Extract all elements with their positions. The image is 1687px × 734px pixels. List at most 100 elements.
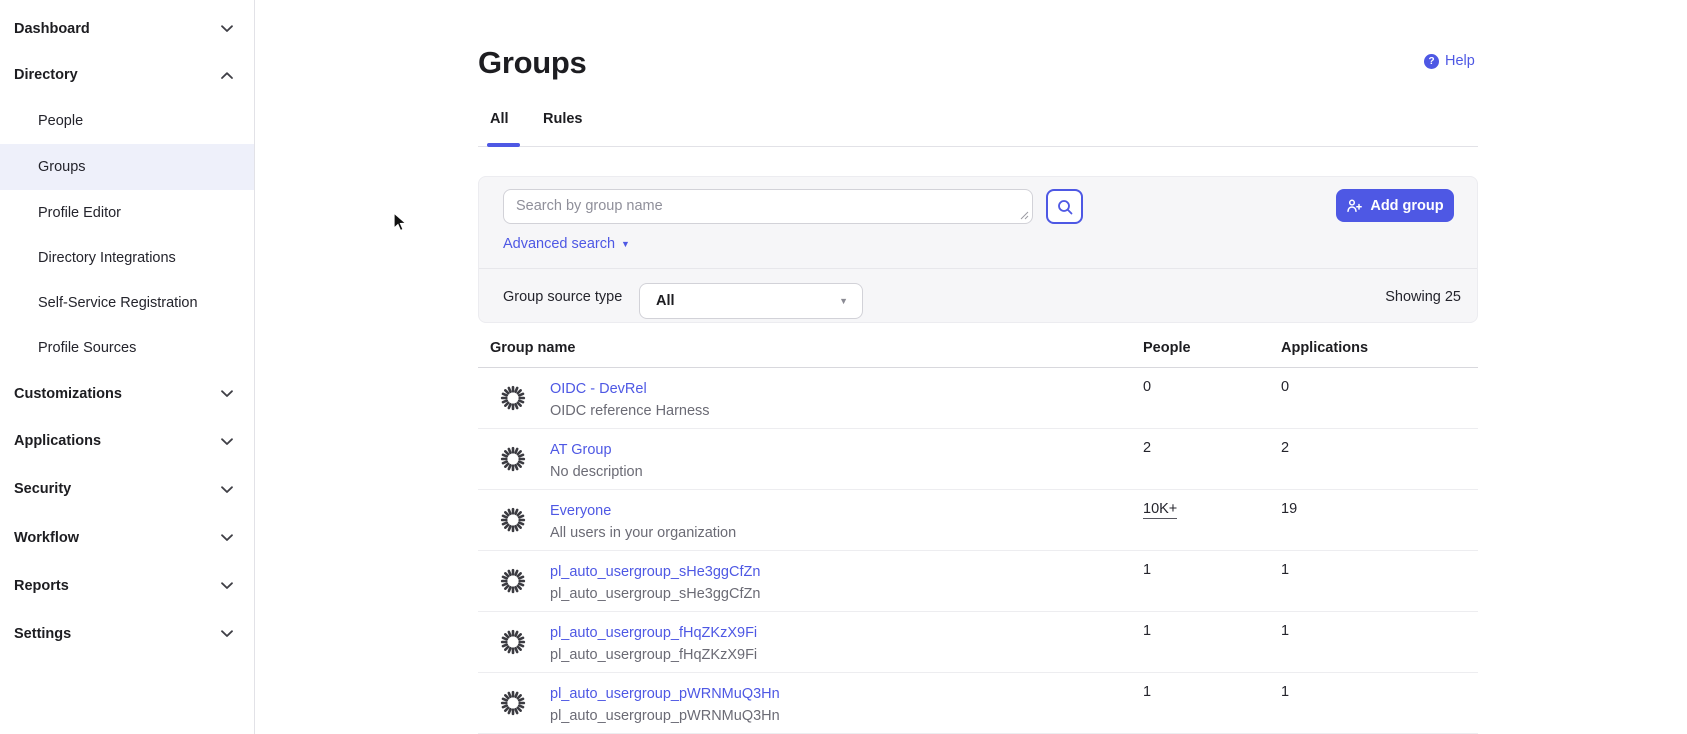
group-name-link[interactable]: pl_auto_usergroup_sHe3ggCfZn	[550, 561, 760, 583]
chevron-down-icon	[220, 531, 234, 544]
table-row: pl_auto_usergroup_pWRNMuQ3Hn pl_auto_use…	[478, 673, 1478, 734]
sidebar-item-label: Applications	[14, 433, 101, 449]
people-count: 10K+	[1143, 501, 1177, 519]
sidebar-item-reports[interactable]: Reports	[0, 562, 254, 609]
people-count: 1	[1143, 623, 1151, 639]
sidebar-item-applications[interactable]: Applications	[0, 417, 254, 465]
sidebar-item-dashboard[interactable]: Dashboard	[0, 5, 254, 52]
table-row: pl_auto_usergroup_fHqZKzX9Fi pl_auto_use…	[478, 612, 1478, 673]
sidebar-item-directory[interactable]: Directory	[0, 52, 254, 98]
chevron-down-icon	[220, 387, 234, 400]
add-group-button[interactable]: Add group	[1336, 189, 1454, 222]
advanced-search-label: Advanced search	[503, 236, 615, 252]
sidebar-item-label: Profile Sources	[38, 340, 136, 356]
group-description: All users in your organization	[550, 522, 736, 544]
panel-divider	[479, 268, 1477, 269]
person-add-icon	[1346, 198, 1363, 214]
sidebar-item-label: Directory Integrations	[38, 250, 176, 266]
group-icon	[500, 385, 526, 411]
people-count: 1	[1143, 562, 1151, 578]
chevron-down-icon	[220, 579, 234, 592]
help-link-label: Help	[1445, 53, 1475, 69]
caret-down-icon: ▼	[839, 296, 848, 306]
dropdown-selected-value: All	[656, 293, 675, 309]
chevron-down-icon	[220, 627, 234, 640]
group-description: pl_auto_usergroup_sHe3ggCfZn	[550, 583, 760, 605]
applications-count: 1	[1281, 562, 1289, 578]
search-button[interactable]	[1046, 189, 1083, 224]
chevron-down-icon	[220, 483, 234, 496]
sidebar-item-security[interactable]: Security	[0, 465, 254, 513]
applications-count: 0	[1281, 379, 1289, 395]
group-source-type-label: Group source type	[503, 287, 622, 307]
applications-count: 1	[1281, 684, 1289, 700]
sidebar-item-customizations[interactable]: Customizations	[0, 370, 254, 417]
group-name-link[interactable]: pl_auto_usergroup_pWRNMuQ3Hn	[550, 683, 780, 705]
search-input[interactable]	[503, 189, 1033, 224]
group-name-link[interactable]: Everyone	[550, 500, 611, 522]
chevron-up-icon	[220, 69, 234, 82]
help-link[interactable]: ? Help	[1424, 53, 1475, 69]
applications-count: 1	[1281, 623, 1289, 639]
page-title: Groups	[478, 44, 586, 82]
sidebar-item-label: Workflow	[14, 530, 79, 546]
sidebar: Dashboard Directory People Groups Profil…	[0, 0, 255, 734]
table-row: pl_auto_usergroup_sHe3ggCfZn pl_auto_use…	[478, 551, 1478, 612]
sidebar-item-workflow[interactable]: Workflow	[0, 513, 254, 562]
sidebar-item-profile-editor[interactable]: Profile Editor	[0, 190, 254, 235]
column-header-group-name: Group name	[490, 340, 575, 356]
applications-count: 2	[1281, 440, 1289, 456]
sidebar-item-label: Customizations	[14, 386, 122, 402]
table-row: AT Group No description 2 2	[478, 429, 1478, 490]
active-tab-indicator	[487, 143, 520, 147]
group-description: pl_auto_usergroup_fHqZKzX9Fi	[550, 644, 757, 666]
caret-down-icon: ▼	[621, 239, 630, 249]
sidebar-item-label: Self-Service Registration	[38, 295, 198, 311]
group-icon	[500, 629, 526, 655]
sidebar-item-settings[interactable]: Settings	[0, 609, 254, 658]
groups-table: Group name People Applications OIDC - De…	[478, 332, 1478, 734]
advanced-search-link[interactable]: Advanced search ▼	[503, 235, 630, 253]
tab-all[interactable]: All	[490, 111, 509, 127]
tab-rules[interactable]: Rules	[543, 111, 583, 127]
sidebar-item-label: Reports	[14, 578, 69, 594]
group-name-link[interactable]: OIDC - DevRel	[550, 378, 647, 400]
table-header-row: Group name People Applications	[478, 332, 1478, 368]
sidebar-item-groups[interactable]: Groups	[0, 144, 254, 190]
group-description: pl_auto_usergroup_pWRNMuQ3Hn	[550, 705, 780, 727]
chevron-down-icon	[220, 435, 234, 448]
showing-count: Showing 25	[1385, 287, 1461, 307]
group-icon	[500, 568, 526, 594]
group-icon	[500, 446, 526, 472]
add-group-label: Add group	[1370, 198, 1443, 214]
help-question-icon: ?	[1424, 54, 1439, 69]
tabs-divider	[478, 146, 1478, 147]
people-count: 0	[1143, 379, 1151, 395]
group-name-link[interactable]: pl_auto_usergroup_fHqZKzX9Fi	[550, 622, 757, 644]
group-name-link[interactable]: AT Group	[550, 439, 612, 461]
sidebar-item-label: Security	[14, 481, 71, 497]
sidebar-item-label: People	[38, 113, 83, 129]
group-icon	[500, 507, 526, 533]
search-icon	[1056, 198, 1074, 216]
group-description: OIDC reference Harness	[550, 400, 710, 422]
applications-count: 19	[1281, 501, 1297, 517]
people-count: 1	[1143, 684, 1151, 700]
group-source-type-dropdown[interactable]: All ▼	[639, 283, 863, 319]
chevron-down-icon	[220, 22, 234, 35]
search-filter-panel: Advanced search ▼ Add group Group source…	[478, 176, 1478, 323]
sidebar-item-label: Settings	[14, 626, 71, 642]
sidebar-item-people[interactable]: People	[0, 98, 254, 144]
sidebar-item-directory-integrations[interactable]: Directory Integrations	[0, 235, 254, 280]
column-header-people: People	[1143, 340, 1191, 356]
column-header-applications: Applications	[1281, 340, 1368, 356]
sidebar-item-self-service-registration[interactable]: Self-Service Registration	[0, 280, 254, 325]
group-description: No description	[550, 461, 643, 483]
table-row: Everyone All users in your organization …	[478, 490, 1478, 551]
sidebar-item-profile-sources[interactable]: Profile Sources	[0, 325, 254, 370]
sidebar-item-label: Dashboard	[14, 21, 90, 37]
mouse-cursor	[391, 212, 411, 234]
table-row: OIDC - DevRel OIDC reference Harness 0 0	[478, 368, 1478, 429]
sidebar-item-label: Profile Editor	[38, 205, 121, 221]
sidebar-item-label: Directory	[14, 67, 78, 83]
